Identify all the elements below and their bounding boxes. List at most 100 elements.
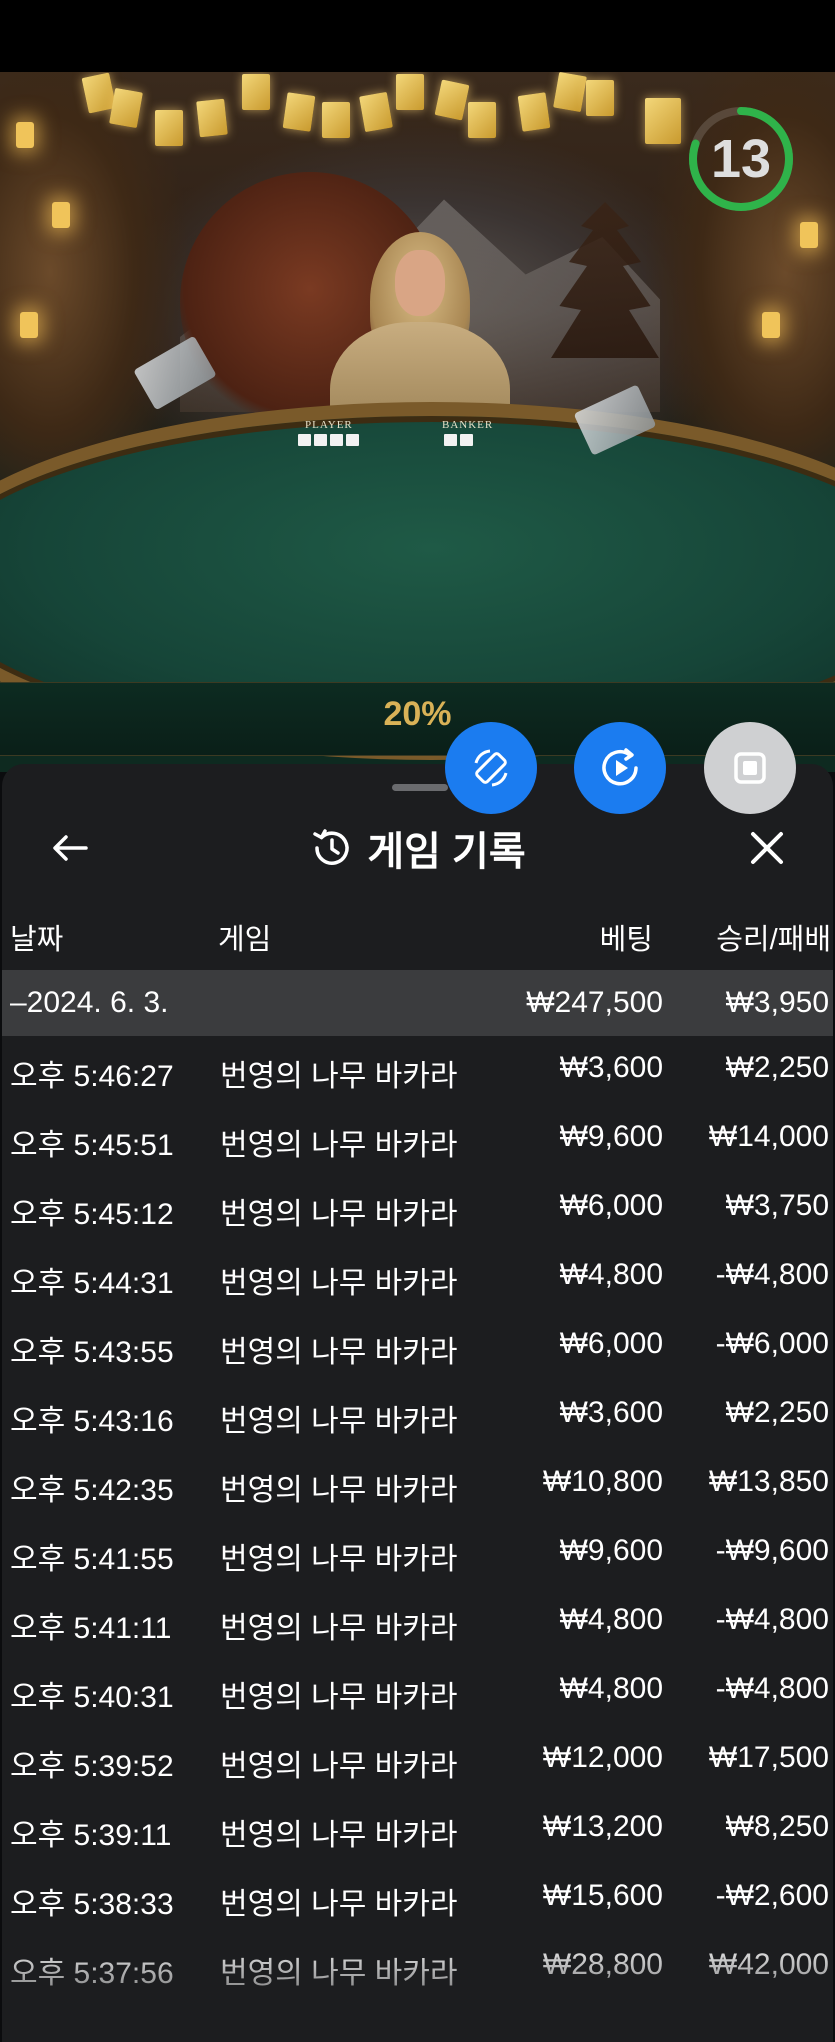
hanging-card: [586, 80, 614, 116]
table-label-player: PLAYER: [305, 419, 353, 431]
row-result: -₩6,000: [715, 1327, 829, 1360]
rotate-screen-button[interactable]: [445, 722, 537, 814]
date-group-row[interactable]: –2024. 6. 3. ₩247,500 ₩3,950: [2, 970, 833, 1036]
promo-percent: 20%: [383, 695, 452, 733]
lantern: [16, 122, 34, 148]
replay-video-icon: [602, 748, 638, 786]
column-header-game: 게임: [218, 924, 272, 956]
sheet-title: 게임 기록: [367, 830, 526, 874]
hanging-card: [517, 92, 551, 132]
row-bet: ₩6,000: [559, 1189, 663, 1222]
row-result: -₩4,800: [715, 1672, 829, 1705]
row-result: ₩42,000: [708, 1948, 829, 1981]
status-bar: [0, 0, 835, 72]
table-row[interactable]: 오후 5:41:11 번영의 나무 바카라 ₩4,800 -₩4,800: [2, 1589, 833, 1658]
table-row[interactable]: 오후 5:38:33 번영의 나무 바카라 ₩15,600 -₩2,600: [2, 1865, 833, 1934]
row-time: 오후 5:42:35: [10, 1474, 174, 1507]
table-row[interactable]: 오후 5:39:11 번영의 나무 바카라 ₩13,200 ₩8,250: [2, 1796, 833, 1865]
row-result: ₩2,250: [725, 1051, 829, 1084]
date-group-bet-total: ₩247,500: [526, 986, 663, 1019]
hanging-card: [359, 91, 393, 133]
history-list: 오후 5:46:27 번영의 나무 바카라 ₩3,600 ₩2,250 오후 5:45:…: [2, 1037, 833, 2003]
row-time: 오후 5:40:31: [10, 1681, 174, 1714]
back-button[interactable]: [44, 824, 96, 872]
table-row[interactable]: 오후 5:43:55 번영의 나무 바카라 ₩6,000 -₩6,000: [2, 1313, 833, 1382]
row-bet: ₩9,600: [559, 1534, 663, 1567]
rotate-phone-icon: [474, 749, 508, 787]
countdown-timer: 13: [710, 129, 772, 189]
row-bet: ₩15,600: [542, 1879, 663, 1912]
player-card: [314, 434, 327, 446]
row-bet: ₩4,800: [559, 1603, 663, 1636]
table-row[interactable]: 오후 5:46:27 번영의 나무 바카라 ₩3,600 ₩2,250: [2, 1037, 833, 1106]
row-time: 오후 5:45:12: [10, 1198, 174, 1231]
lantern: [800, 222, 818, 248]
row-time: 오후 5:43:55: [10, 1336, 174, 1369]
column-header-bet: 베팅: [599, 924, 653, 956]
date-group-date: –2024. 6. 3.: [10, 986, 169, 1019]
table-row[interactable]: 오후 5:44:31 번영의 나무 바카라 ₩4,800 -₩4,800: [2, 1244, 833, 1313]
hanging-card: [468, 102, 496, 138]
hanging-card: [322, 102, 350, 138]
row-game: 번영의 나무 바카라: [220, 1957, 458, 1990]
row-game: 번영의 나무 바카라: [220, 1267, 458, 1300]
hanging-card: [242, 74, 270, 110]
hanging-card: [645, 98, 681, 144]
row-time: 오후 5:41:11: [10, 1612, 172, 1645]
row-time: 오후 5:41:55: [10, 1543, 174, 1576]
row-result: ₩3,750: [725, 1189, 829, 1222]
stop-button[interactable]: [704, 722, 796, 814]
row-time: 오후 5:39:11: [10, 1819, 172, 1852]
sheet-header: 게임 기록: [2, 804, 833, 892]
row-result: -₩4,800: [715, 1258, 829, 1291]
replay-button[interactable]: [574, 722, 666, 814]
row-bet: ₩4,800: [559, 1258, 663, 1291]
hanging-card: [282, 92, 316, 132]
player-card: [298, 434, 311, 446]
sheet-title-group: 게임 기록: [2, 804, 833, 892]
row-time: 오후 5:43:16: [10, 1405, 174, 1438]
lantern: [20, 312, 38, 338]
banker-card: [460, 434, 473, 446]
row-bet: ₩12,000: [542, 1741, 663, 1774]
row-game: 번영의 나무 바카라: [220, 1612, 458, 1645]
table-row[interactable]: 오후 5:40:31 번영의 나무 바카라 ₩4,800 -₩4,800: [2, 1658, 833, 1727]
row-game: 번영의 나무 바카라: [220, 1198, 458, 1231]
row-result: ₩14,000: [708, 1120, 829, 1153]
row-game: 번영의 나무 바카라: [220, 1336, 458, 1369]
hanging-card: [396, 74, 424, 110]
player-card: [346, 434, 359, 446]
table-row[interactable]: 오후 5:45:51 번영의 나무 바카라 ₩9,600 ₩14,000: [2, 1106, 833, 1175]
close-icon: [751, 832, 783, 864]
row-result: ₩13,850: [708, 1465, 829, 1498]
lantern: [52, 202, 70, 228]
table-row[interactable]: 오후 5:41:55 번영의 나무 바카라 ₩9,600 -₩9,600: [2, 1520, 833, 1589]
row-bet: ₩3,600: [559, 1051, 663, 1084]
banker-card: [444, 434, 457, 446]
row-game: 번영의 나무 바카라: [220, 1681, 458, 1714]
dealer-face: [395, 250, 445, 316]
sheet-drag-handle[interactable]: [392, 784, 448, 791]
table-row[interactable]: 오후 5:45:12 번영의 나무 바카라 ₩6,000 ₩3,750: [2, 1175, 833, 1244]
row-result: ₩2,250: [725, 1396, 829, 1429]
table-row[interactable]: 오후 5:39:52 번영의 나무 바카라 ₩12,000 ₩17,500: [2, 1727, 833, 1796]
row-game: 번영의 나무 바카라: [220, 1474, 458, 1507]
row-game: 번영의 나무 바카라: [220, 1060, 458, 1093]
column-header-date: 날짜: [10, 924, 64, 956]
row-bet: ₩6,000: [559, 1327, 663, 1360]
table-row[interactable]: 오후 5:43:16 번영의 나무 바카라 ₩3,600 ₩2,250: [2, 1382, 833, 1451]
hanging-card: [196, 98, 228, 138]
row-time: 오후 5:37:56: [10, 1957, 174, 1990]
row-game: 번영의 나무 바카라: [220, 1405, 458, 1438]
table-row[interactable]: 오후 5:37:56 번영의 나무 바카라 ₩28,800 ₩42,000: [2, 1934, 833, 2003]
hanging-card: [553, 72, 587, 113]
history-clock-icon: [313, 829, 350, 865]
table-row[interactable]: 오후 5:42:35 번영의 나무 바카라 ₩10,800 ₩13,850: [2, 1451, 833, 1520]
row-bet: ₩13,200: [542, 1810, 663, 1843]
row-time: 오후 5:46:27: [10, 1060, 174, 1093]
row-game: 번영의 나무 바카라: [220, 1819, 458, 1852]
close-button[interactable]: [742, 824, 792, 872]
player-card: [330, 434, 343, 446]
row-bet: ₩4,800: [559, 1672, 663, 1705]
lantern: [762, 312, 780, 338]
